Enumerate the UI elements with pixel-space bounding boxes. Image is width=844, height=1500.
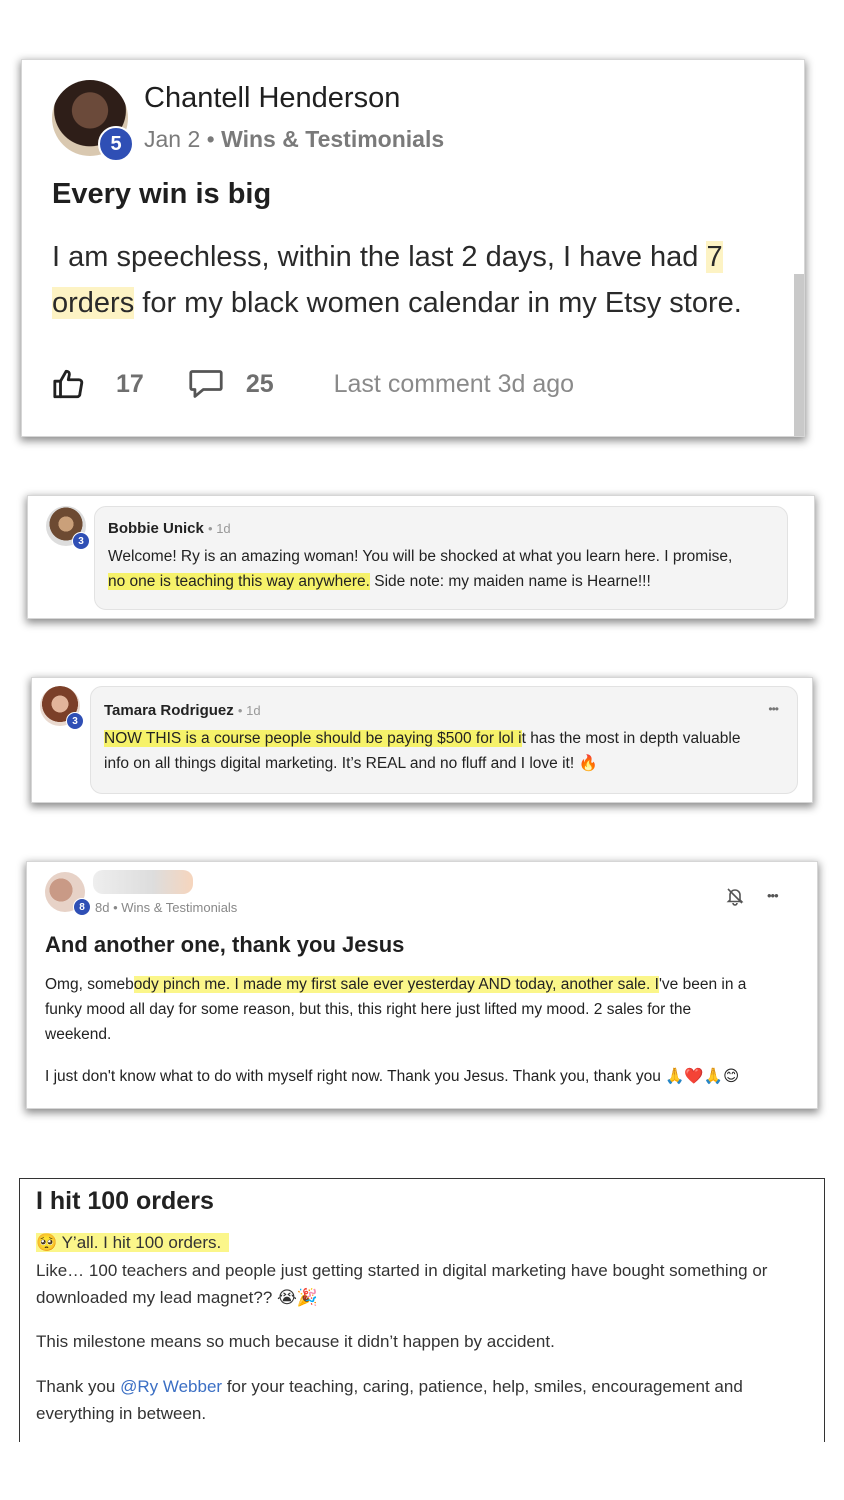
bell-off-icon[interactable] bbox=[725, 886, 745, 911]
post-card-100-orders: I hit 100 orders 🥺 Y’all. I hit 100 orde… bbox=[19, 1178, 825, 1442]
commenter-name[interactable]: Tamara Rodriguez • 1d bbox=[104, 702, 261, 719]
post-date: Jan 2 bbox=[144, 126, 201, 152]
post-card-chantell: 5 Chantell Henderson Jan 2 • Wins & Test… bbox=[22, 60, 804, 436]
blurred-author-name bbox=[93, 870, 193, 894]
like-count: 17 bbox=[116, 369, 144, 398]
post-paragraph: Thank you @Ry Webber for your teaching, … bbox=[36, 1377, 743, 1423]
post-title[interactable]: Every win is big bbox=[52, 178, 271, 211]
scrollbar[interactable] bbox=[794, 274, 804, 436]
comment-card-tamara: 3 Tamara Rodriguez • 1d ••• NOW THIS is … bbox=[32, 678, 812, 802]
post-meta: Jan 2 • Wins & Testimonials bbox=[144, 126, 444, 153]
level-badge: 3 bbox=[66, 712, 84, 730]
level-badge: 3 bbox=[72, 532, 90, 550]
commenter-name[interactable]: Bobbie Unick • 1d bbox=[108, 520, 231, 537]
post-paragraph: This milestone means so much because it … bbox=[36, 1332, 555, 1351]
post-card-another-one: 8 8d • Wins & Testimonials ••• And anoth… bbox=[27, 862, 817, 1108]
author-name[interactable]: Chantell Henderson bbox=[144, 82, 400, 115]
highlighted-text: 🥺 Y’all. I hit 100 orders. bbox=[36, 1233, 230, 1252]
post-title[interactable]: And another one, thank you Jesus bbox=[45, 932, 404, 958]
post-actions: 17 25 Last comment 3d ago bbox=[52, 364, 574, 404]
meta-separator: • bbox=[206, 126, 215, 152]
post-body: Omg, somebody pinch me. I made my first … bbox=[45, 976, 747, 1043]
highlighted-line: 🥺 Y’all. I hit 100 orders. bbox=[36, 1229, 816, 1256]
comment-bubble-icon[interactable] bbox=[188, 368, 224, 400]
thumbs-up-icon[interactable] bbox=[52, 367, 86, 401]
comment-text: Welcome! Ry is an amazing woman! You wil… bbox=[108, 548, 733, 590]
post-title[interactable]: I hit 100 orders bbox=[36, 1187, 214, 1216]
comment-count: 25 bbox=[245, 369, 274, 398]
highlighted-text: no one is teaching this way anywhere. bbox=[108, 573, 370, 590]
level-badge: 5 bbox=[98, 126, 134, 162]
more-options-icon[interactable]: ••• bbox=[768, 702, 779, 716]
level-badge: 8 bbox=[73, 898, 91, 916]
post-meta: 8d • Wins & Testimonials bbox=[95, 900, 238, 915]
comment-time: • 1d bbox=[208, 521, 231, 536]
highlighted-text: NOW THIS is a course people should be pa… bbox=[104, 730, 522, 747]
post-body: I am speechless, within the last 2 days,… bbox=[52, 241, 742, 319]
user-mention-link[interactable]: @Ry Webber bbox=[120, 1377, 222, 1396]
highlighted-text: ody pinch me. I made my first sale ever … bbox=[133, 976, 659, 993]
post-body-line: I just don't know what to do with myself… bbox=[45, 1068, 740, 1085]
more-options-icon[interactable]: ••• bbox=[767, 888, 779, 903]
comment-text: NOW THIS is a course people should be pa… bbox=[104, 730, 741, 772]
post-paragraph: Like… 100 teachers and people just getti… bbox=[36, 1261, 768, 1307]
post-category[interactable]: Wins & Testimonials bbox=[221, 126, 444, 152]
highlighted-text: 7 bbox=[706, 241, 723, 273]
last-comment-time: Last comment 3d ago bbox=[333, 369, 575, 398]
comment-time: • 1d bbox=[237, 703, 261, 718]
comment-card-bobbie: 3 Bobbie Unick • 1d Welcome! Ry is an am… bbox=[28, 496, 814, 618]
